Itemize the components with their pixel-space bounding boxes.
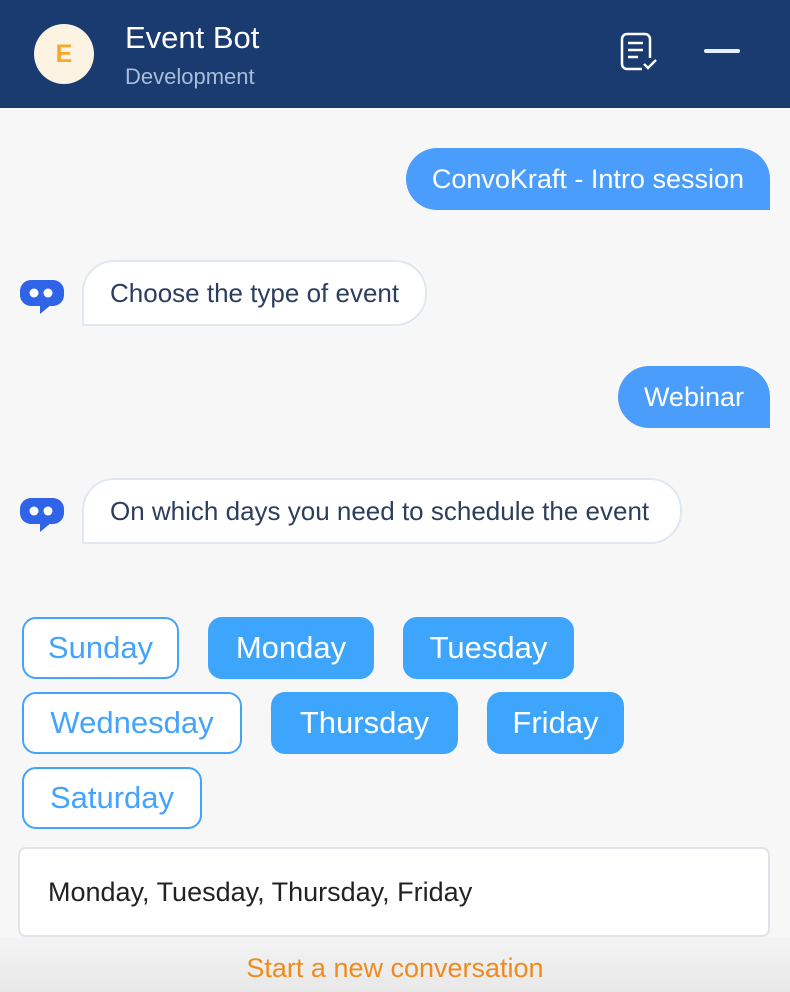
option-tuesday[interactable]: Tuesday <box>403 617 574 679</box>
bot-environment: Development <box>125 64 255 89</box>
bot-chat-icon <box>20 498 64 532</box>
bot-message: On which days you need to schedule the e… <box>82 478 682 544</box>
bot-chat-icon <box>20 280 64 314</box>
transcript-check-icon[interactable] <box>620 32 660 72</box>
option-wednesday[interactable]: Wednesday <box>22 692 242 754</box>
user-message: Webinar <box>617 366 770 428</box>
message-input[interactable]: Monday, Tuesday, Thursday, Friday <box>18 847 770 937</box>
option-thursday[interactable]: Thursday <box>271 692 458 754</box>
chat-header: E Event Bot Development <box>0 0 790 108</box>
minimize-icon[interactable] <box>704 46 740 56</box>
option-monday[interactable]: Monday <box>208 617 374 679</box>
bot-title: Event Bot <box>125 20 260 55</box>
start-new-conversation-link[interactable]: Start a new conversation <box>0 953 790 984</box>
option-saturday[interactable]: Saturday <box>22 767 202 829</box>
option-friday[interactable]: Friday <box>487 692 624 754</box>
option-sunday[interactable]: Sunday <box>22 617 179 679</box>
bot-avatar: E <box>34 24 94 84</box>
user-message: ConvoKraft - Intro session <box>405 148 770 210</box>
bot-message: Choose the type of event <box>82 260 428 326</box>
